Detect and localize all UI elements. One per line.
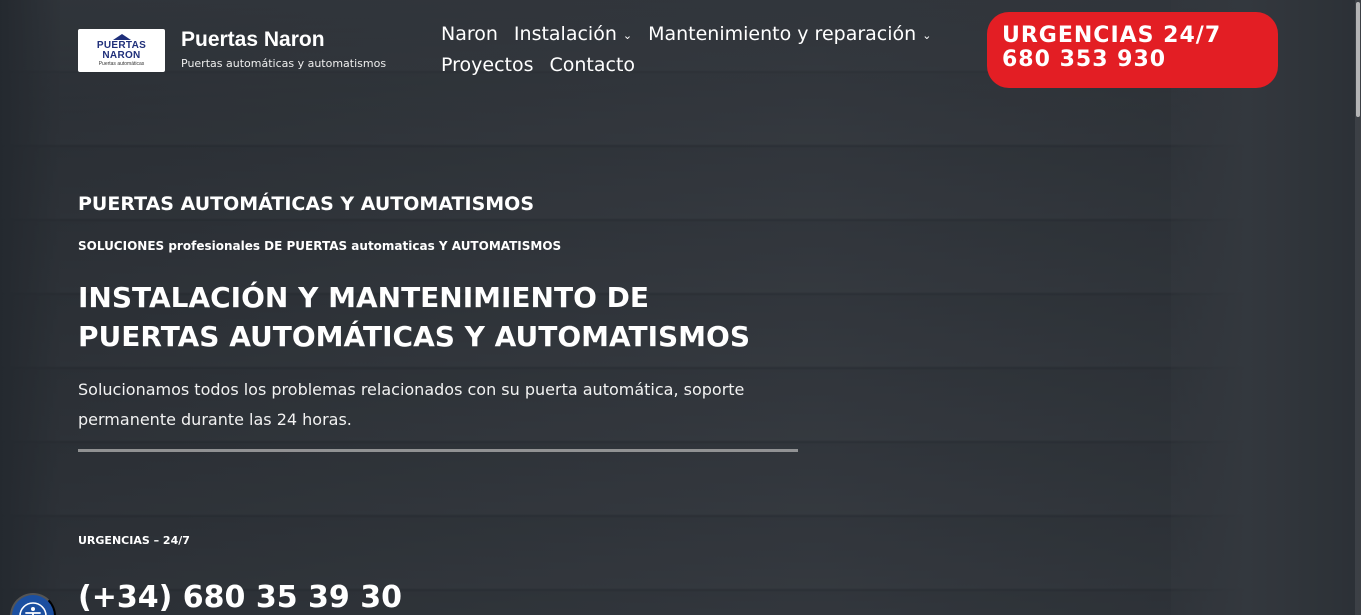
nav-item-label: Naron <box>441 22 498 45</box>
hero-divider <box>78 449 798 452</box>
nav-row-1: Naron Instalación ⌄ Mantenimiento y repa… <box>441 18 981 49</box>
logo-text-line2: NARON <box>102 50 141 61</box>
page-scrollbar[interactable] <box>1355 0 1361 615</box>
main-nav: Naron Instalación ⌄ Mantenimiento y repa… <box>441 18 981 80</box>
cta-line1: URGENCIAS 24/7 <box>1002 23 1222 48</box>
nav-item-mantenimiento[interactable]: Mantenimiento y reparación ⌄ <box>648 23 931 45</box>
logo-text-line3: Puertas automáticas <box>98 61 145 67</box>
accessibility-icon <box>19 602 47 615</box>
site-header: PUERTAS NARON Puertas automáticas Puerta… <box>0 0 1361 100</box>
cta-phone: 680 353 930 <box>1002 47 1167 72</box>
nav-item-label: Instalación <box>513 22 617 45</box>
hero-headline: INSTALACIÓN Y MANTENIMIENTO DE PUERTAS A… <box>78 278 798 356</box>
emergency-call-button[interactable]: URGENCIAS 24/7 680 353 930 <box>987 12 1278 88</box>
hero-sub-eyebrow: SOLUCIONES profesionales DE PUERTAS auto… <box>78 239 562 253</box>
site-title[interactable]: Puertas Naron <box>181 28 325 52</box>
chevron-down-icon: ⌄ <box>922 29 932 42</box>
headline-line1: INSTALACIÓN Y MANTENIMIENTO DE <box>78 281 650 314</box>
urgent-label: URGENCIAS – 24/7 <box>78 534 190 547</box>
site-logo[interactable]: PUERTAS NARON Puertas automáticas <box>78 29 165 72</box>
scrollbar-thumb[interactable] <box>1356 2 1360 117</box>
nav-item-label: Proyectos <box>441 53 534 76</box>
nav-row-2: Proyectos Contacto <box>441 49 981 80</box>
site-tagline: Puertas automáticas y automatismos <box>181 57 387 70</box>
nav-item-label: Mantenimiento y reparación <box>648 22 917 45</box>
nav-item-contacto[interactable]: Contacto <box>550 54 636 76</box>
headline-line2: PUERTAS AUTOMÁTICAS Y AUTOMATISMOS <box>78 320 750 353</box>
hero-phone-link[interactable]: (+34) 680 35 39 30 <box>78 580 402 615</box>
hero-eyebrow: PUERTAS AUTOMÁTICAS Y AUTOMATISMOS <box>78 193 534 215</box>
nav-item-instalacion[interactable]: Instalación ⌄ <box>514 23 632 45</box>
chevron-down-icon: ⌄ <box>622 29 633 42</box>
nav-item-label: Contacto <box>549 53 636 76</box>
hero-lead: Solucionamos todos los problemas relacio… <box>78 380 745 429</box>
nav-item-proyectos[interactable]: Proyectos <box>441 54 534 76</box>
nav-item-naron[interactable]: Naron <box>441 23 498 45</box>
